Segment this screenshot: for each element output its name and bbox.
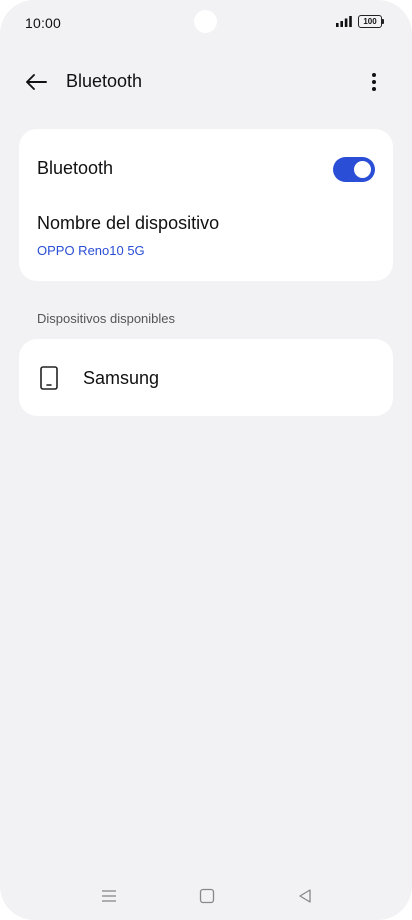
nav-home-button[interactable]	[196, 885, 218, 907]
device-name-value: OPPO Reno10 5G	[37, 243, 145, 258]
more-vertical-icon	[372, 73, 376, 91]
list-item-device[interactable]: Samsung	[19, 339, 393, 416]
more-options-button[interactable]	[360, 68, 388, 96]
arrow-left-icon	[26, 74, 47, 90]
phone-screen: 10:00 100 Bluetooth Bluetooth Nombre del…	[0, 0, 412, 920]
device-name-label: Nombre del dispositivo	[37, 213, 220, 233]
bluetooth-toggle-label: Bluetooth	[37, 158, 114, 178]
available-devices-card: Samsung	[19, 339, 393, 416]
device-name-row[interactable]: Nombre del dispositivo OPPO Reno10 5G	[37, 213, 375, 263]
menu-icon	[102, 890, 116, 902]
signal-icon	[336, 16, 352, 27]
battery-level: 100	[363, 17, 377, 26]
bluetooth-toggle-row[interactable]: Bluetooth	[37, 155, 375, 185]
app-header: Bluetooth	[0, 60, 412, 104]
device-item-label: Samsung	[83, 368, 160, 388]
status-bar: 10:00 100	[0, 0, 412, 48]
nav-back-button[interactable]	[294, 885, 316, 907]
bluetooth-toggle[interactable]	[333, 157, 375, 182]
back-button[interactable]	[22, 68, 50, 96]
toggle-knob	[354, 161, 371, 178]
nav-recents-button[interactable]	[98, 885, 120, 907]
camera-cutout	[194, 10, 217, 33]
phone-icon	[40, 366, 58, 390]
status-icons: 100	[336, 15, 384, 28]
status-time: 10:00	[25, 15, 62, 31]
system-nav-bar	[0, 870, 412, 920]
battery-icon: 100	[358, 15, 384, 28]
page-title: Bluetooth	[66, 71, 143, 91]
back-triangle-icon	[299, 889, 311, 903]
home-square-icon	[199, 888, 215, 904]
bluetooth-settings-card: Bluetooth Nombre del dispositivo OPPO Re…	[19, 129, 393, 281]
available-devices-heading: Dispositivos disponibles	[37, 311, 176, 326]
